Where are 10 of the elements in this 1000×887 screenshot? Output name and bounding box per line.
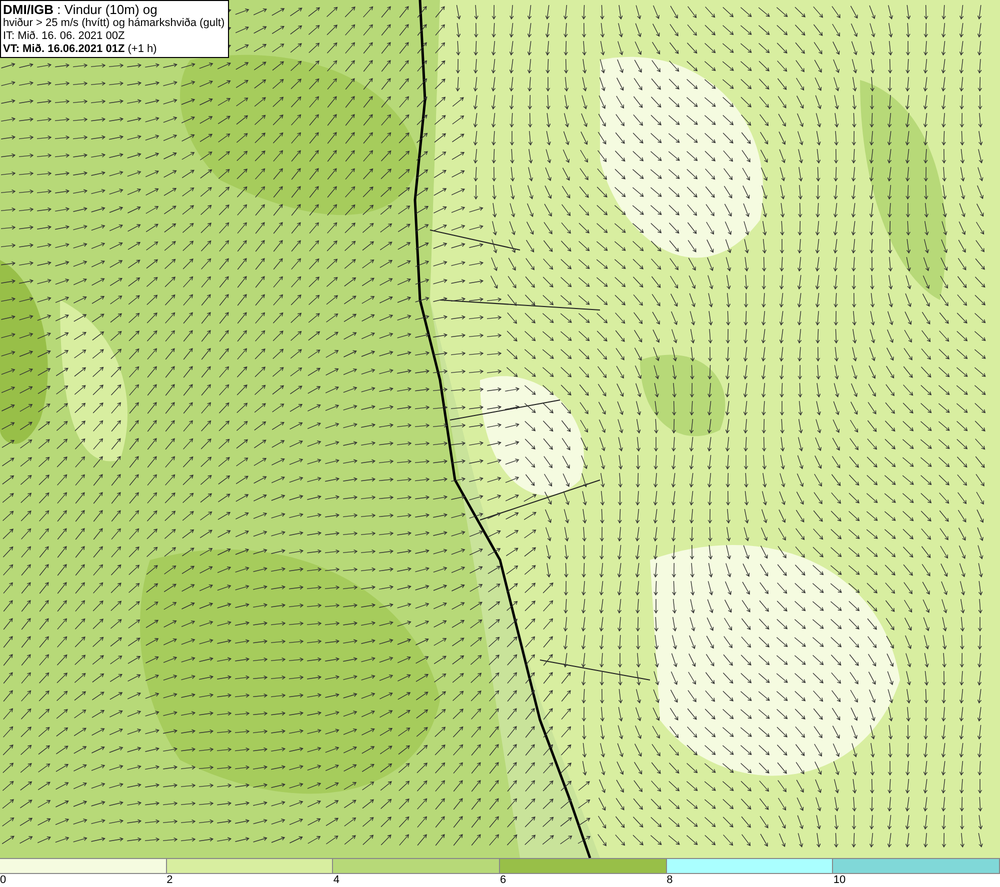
info-text-line: IT: Mið. 16. 06. 2021 00Z (3, 30, 126, 43)
legend-tick-label: 2 (166, 874, 173, 887)
legend-tick-label: 0 (0, 874, 6, 887)
info-text-line: VT: Mið. 16.06.2021 01Z (+1 h) (3, 43, 158, 56)
legend-tick-label: 6 (500, 874, 506, 887)
info-text-line: hviður > 25 m/s (hvítt) og hámarkshviða (gult) (3, 17, 226, 30)
info-text-line: DMI/IGB : Vindur (10m) og (3, 3, 158, 17)
legend-tick-label: 10 (833, 874, 846, 887)
legend-tick-label: 4 (333, 874, 340, 887)
legend-tick-label: 8 (666, 874, 673, 887)
